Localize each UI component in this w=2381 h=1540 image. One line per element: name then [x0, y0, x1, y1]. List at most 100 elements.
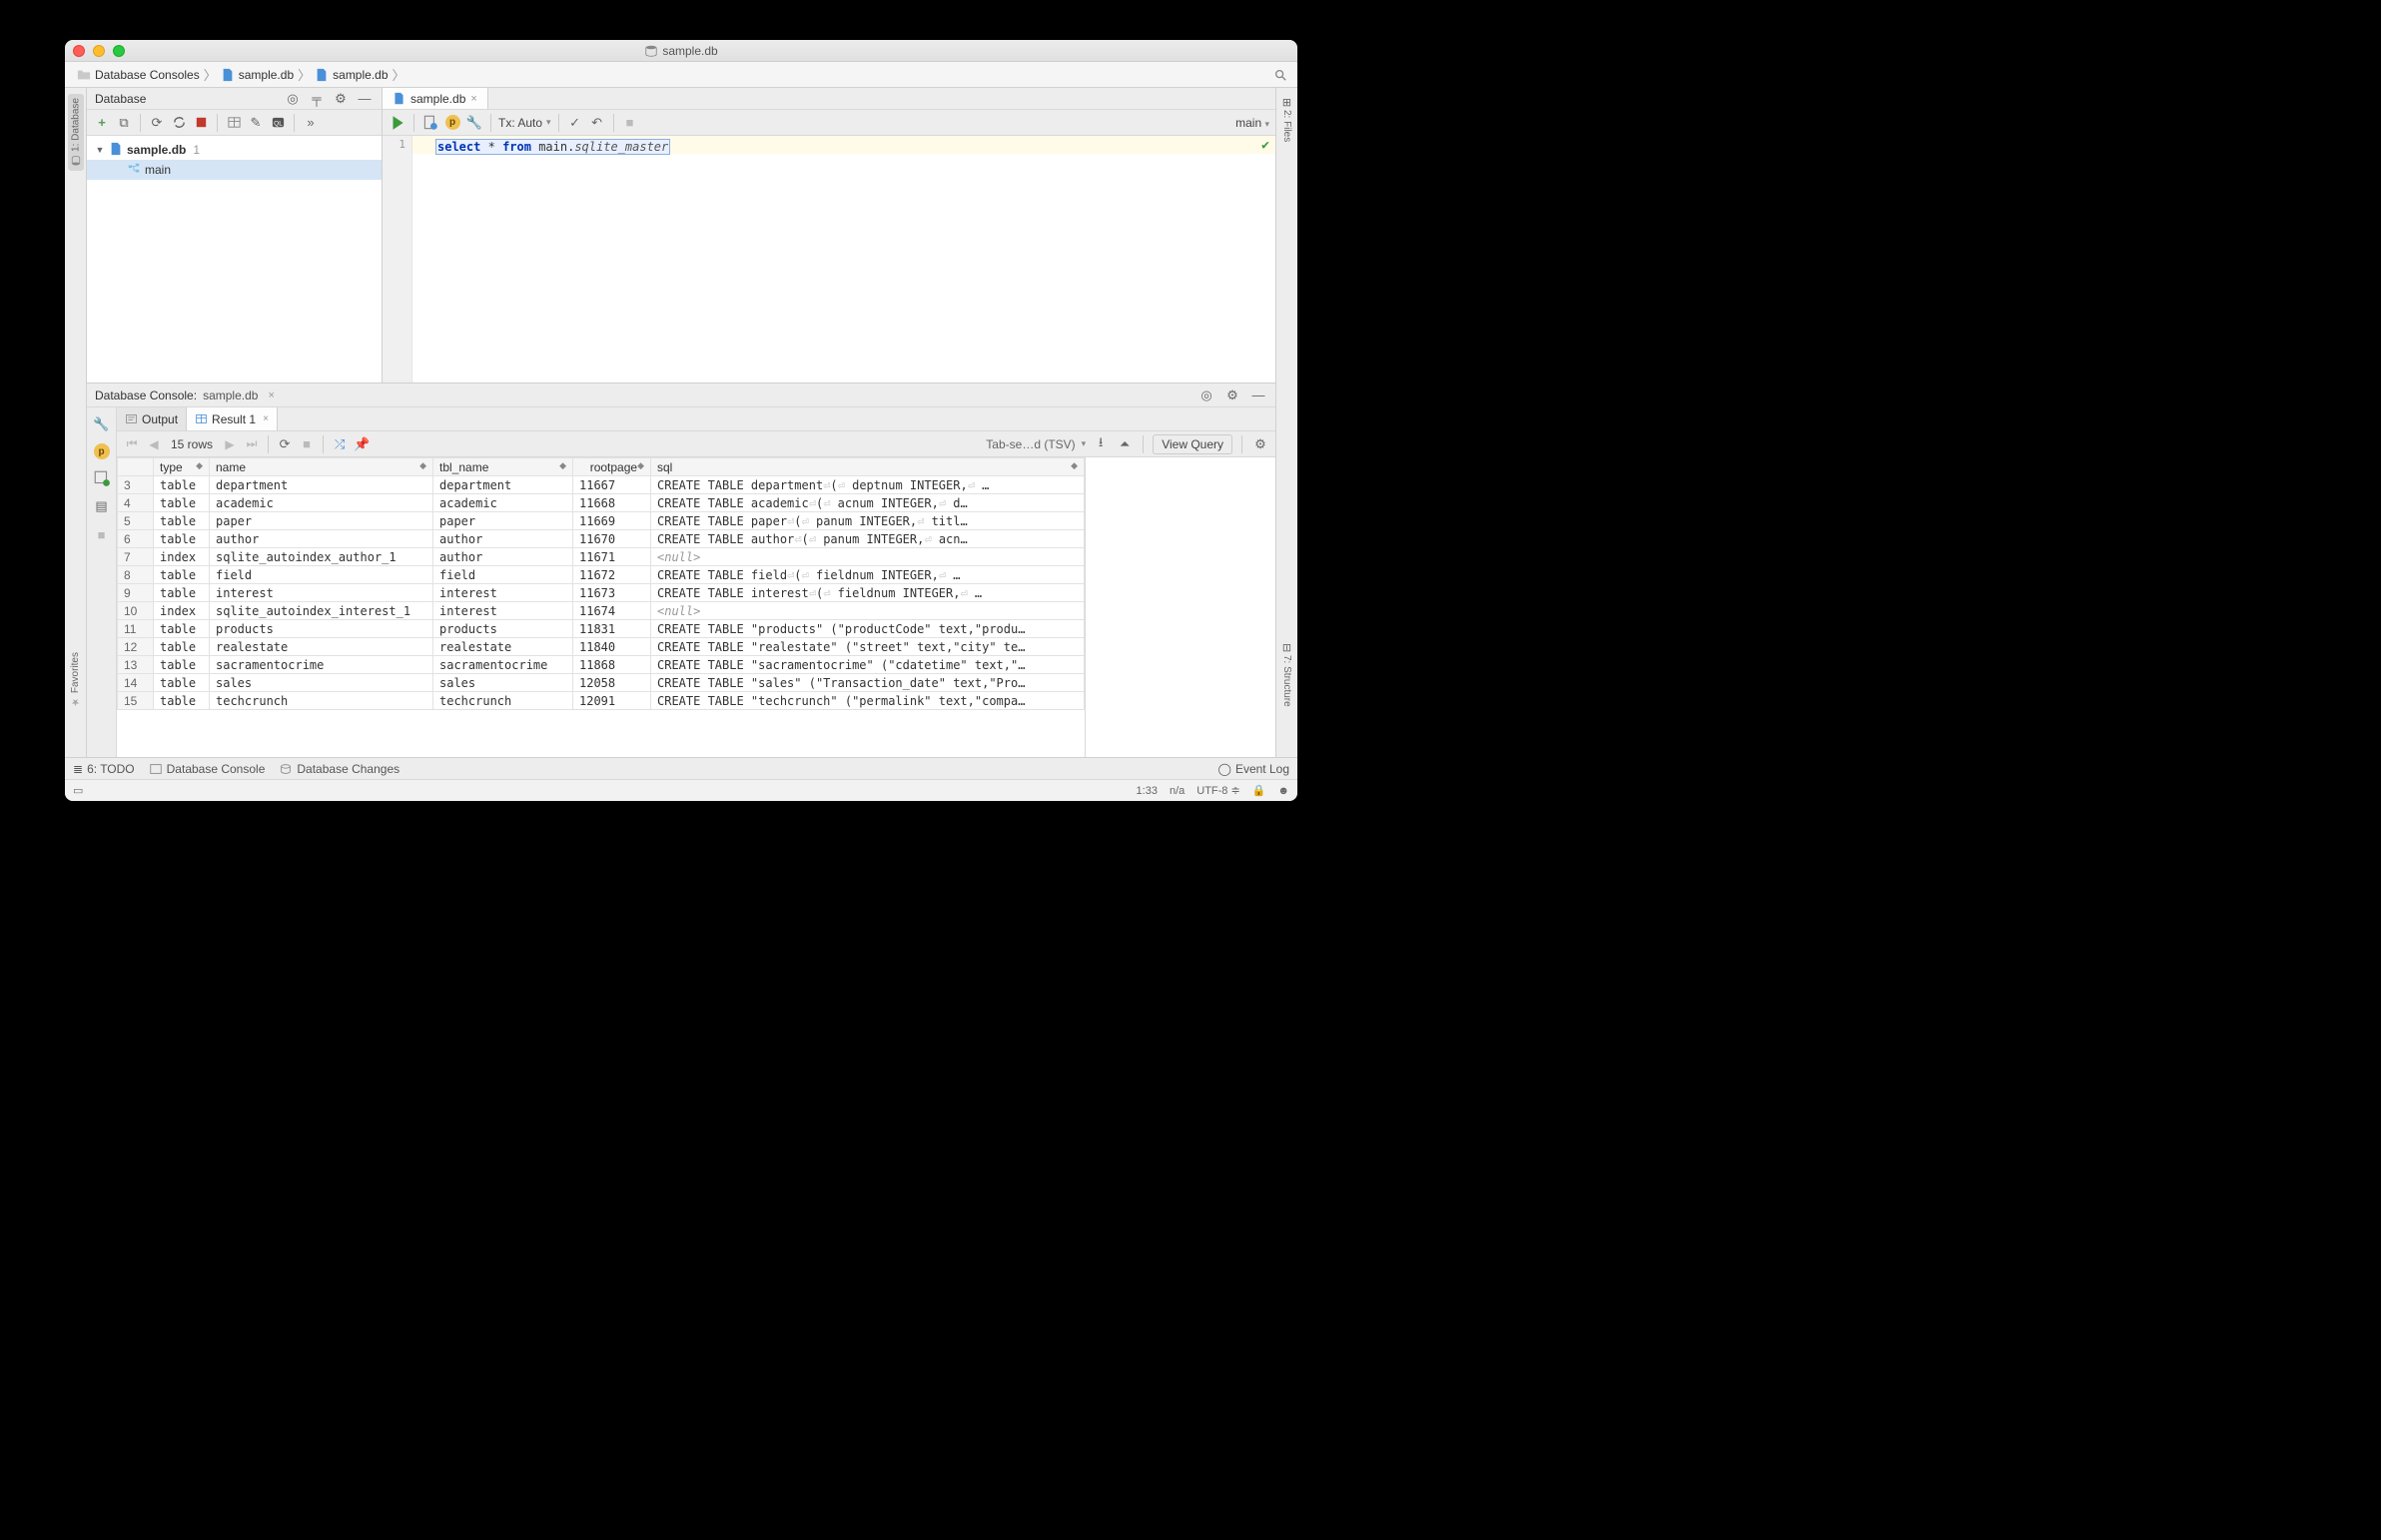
table-row[interactable]: 14tablesalessales12058CREATE TABLE "sale… [118, 674, 1085, 692]
rollback-icon[interactable]: ↶ [588, 114, 606, 132]
ql-icon[interactable]: QL [269, 114, 287, 132]
add-button[interactable]: + [93, 114, 111, 132]
cell-sql[interactable]: <null> [651, 548, 1085, 566]
cell-tbl_name[interactable]: author [433, 530, 573, 548]
cell-rootpage[interactable]: 12058 [573, 674, 651, 692]
gear-icon[interactable]: ⚙ [332, 90, 350, 108]
cell-type[interactable]: table [154, 620, 210, 638]
cell-name[interactable]: department [210, 476, 433, 494]
export-format[interactable]: Tab-se…d (TSV) [986, 437, 1075, 451]
split-icon[interactable]: ╤ [308, 90, 326, 108]
cell-name[interactable]: academic [210, 494, 433, 512]
cell-type[interactable]: index [154, 548, 210, 566]
col-tbl_name[interactable]: tbl_name◆ [433, 458, 573, 476]
tx-mode-label[interactable]: Tx: Auto [498, 116, 542, 130]
cell-type[interactable]: table [154, 494, 210, 512]
target-icon[interactable]: ◎ [284, 90, 302, 108]
next-page-icon[interactable]: ▶ [221, 435, 239, 453]
result-table[interactable]: type◆ name◆ tbl_name◆ rootpage◆ sql◆ 3ta… [117, 457, 1085, 710]
cell-sql[interactable]: CREATE TABLE "techcrunch" ("permalink" t… [651, 692, 1085, 710]
reload-icon[interactable]: ⟳ [276, 435, 294, 453]
cancel-icon[interactable]: ■ [621, 114, 639, 132]
layout-icon[interactable]: ▤ [93, 497, 111, 515]
cell-name[interactable]: field [210, 566, 433, 584]
tab-output[interactable]: Output [117, 407, 187, 430]
row-number-header[interactable] [118, 458, 154, 476]
cell-tbl_name[interactable]: interest [433, 602, 573, 620]
gear-icon[interactable]: ⚙ [1251, 435, 1269, 453]
col-rootpage[interactable]: rootpage◆ [573, 458, 651, 476]
cell-tbl_name[interactable]: academic [433, 494, 573, 512]
cell-name[interactable]: sqlite_autoindex_interest_1 [210, 602, 433, 620]
table-row[interactable]: 7indexsqlite_autoindex_author_1author116… [118, 548, 1085, 566]
edit-icon[interactable]: ✎ [247, 114, 265, 132]
analysis-ok-icon[interactable]: ✔ [1261, 138, 1269, 153]
chevron-down-icon[interactable]: ▾ [1264, 119, 1269, 129]
database-tree[interactable]: ▼ sample.db 1 main [87, 136, 382, 383]
compare-icon[interactable]: ⤮ [331, 435, 349, 453]
download-icon[interactable]: ⭳ [1092, 435, 1110, 453]
cell-rootpage[interactable]: 11840 [573, 638, 651, 656]
cell-type[interactable]: table [154, 638, 210, 656]
cell-tbl_name[interactable]: field [433, 566, 573, 584]
wrench-icon[interactable]: 🔧 [93, 415, 111, 433]
cell-rootpage[interactable]: 11671 [573, 548, 651, 566]
cell-type[interactable]: table [154, 656, 210, 674]
search-icon[interactable] [1271, 66, 1289, 84]
breadcrumb-item[interactable]: Database Consoles [73, 68, 204, 82]
tab-files[interactable]: ⊞ 2: Files [1280, 94, 1293, 146]
cell-rootpage[interactable]: 11674 [573, 602, 651, 620]
table-row[interactable]: 13tablesacramentocrimesacramentocrime118… [118, 656, 1085, 674]
breadcrumb-item[interactable]: sample.db [311, 68, 392, 82]
cell-name[interactable]: techcrunch [210, 692, 433, 710]
db-console-button[interactable]: Database Console [149, 762, 266, 776]
cell-rootpage[interactable]: 11669 [573, 512, 651, 530]
cell-type[interactable]: table [154, 566, 210, 584]
table-row[interactable]: 12tablerealestaterealestate11840CREATE T… [118, 638, 1085, 656]
execute-to-file-icon[interactable] [421, 114, 439, 132]
first-page-icon[interactable]: ⏮ [123, 435, 141, 453]
filter-icon[interactable]: ⏶ [1116, 435, 1134, 453]
col-type[interactable]: type◆ [154, 458, 210, 476]
cell-sql[interactable]: CREATE TABLE "sacramentocrime" ("cdateti… [651, 656, 1085, 674]
cell-rootpage[interactable]: 11673 [573, 584, 651, 602]
cell-sql[interactable]: CREATE TABLE academic⏎(⏎ acnum INTEGER,⏎… [651, 494, 1085, 512]
tab-favorites[interactable]: ★ Favorites [70, 648, 81, 711]
wrench-icon[interactable]: 🔧 [465, 114, 483, 132]
cell-rootpage[interactable]: 11668 [573, 494, 651, 512]
commit-icon[interactable]: ✓ [566, 114, 584, 132]
last-page-icon[interactable]: ⏭ [243, 435, 261, 453]
tab-database[interactable]: 1: Database [68, 94, 84, 171]
cell-rootpage[interactable]: 11868 [573, 656, 651, 674]
tree-schema-main[interactable]: main [87, 160, 382, 180]
table-row[interactable]: 11tableproductsproducts11831CREATE TABLE… [118, 620, 1085, 638]
editor-tab[interactable]: sample.db × [383, 88, 488, 109]
sync-icon[interactable] [170, 114, 188, 132]
cell-sql[interactable]: CREATE TABLE department⏎(⏎ deptnum INTEG… [651, 476, 1085, 494]
pin-icon[interactable]: 📌 [353, 435, 371, 453]
todo-button[interactable]: ≣ 6: TODO [73, 762, 135, 776]
tab-result-1[interactable]: Result 1 × [187, 407, 278, 430]
cell-rootpage[interactable]: 11831 [573, 620, 651, 638]
cell-tbl_name[interactable]: products [433, 620, 573, 638]
copy-icon[interactable]: ⧉ [115, 114, 133, 132]
cell-name[interactable]: interest [210, 584, 433, 602]
chevron-down-icon[interactable]: ▾ [546, 117, 551, 128]
cell-tbl_name[interactable]: sales [433, 674, 573, 692]
target-icon[interactable]: ◎ [1197, 386, 1215, 404]
event-log-button[interactable]: ◯ Event Log [1218, 762, 1289, 776]
table-row[interactable]: 15tabletechcrunchtechcrunch12091CREATE T… [118, 692, 1085, 710]
cell-tbl_name[interactable]: sacramentocrime [433, 656, 573, 674]
cell-sql[interactable]: CREATE TABLE author⏎(⏎ panum INTEGER,⏎ a… [651, 530, 1085, 548]
cell-rootpage[interactable]: 11670 [573, 530, 651, 548]
cell-sql[interactable]: CREATE TABLE "realestate" ("street" text… [651, 638, 1085, 656]
cell-sql[interactable]: CREATE TABLE "products" ("productCode" t… [651, 620, 1085, 638]
table-row[interactable]: 9tableinterestinterest11673CREATE TABLE … [118, 584, 1085, 602]
cell-rootpage[interactable]: 11672 [573, 566, 651, 584]
cell-rootpage[interactable]: 11667 [573, 476, 651, 494]
chevron-down-icon[interactable]: ▾ [1082, 438, 1087, 449]
cell-sql[interactable]: <null> [651, 602, 1085, 620]
schema-selector[interactable]: main [1235, 116, 1261, 130]
encoding-selector[interactable]: UTF-8 ≑ [1196, 784, 1239, 797]
stop-icon[interactable] [192, 114, 210, 132]
